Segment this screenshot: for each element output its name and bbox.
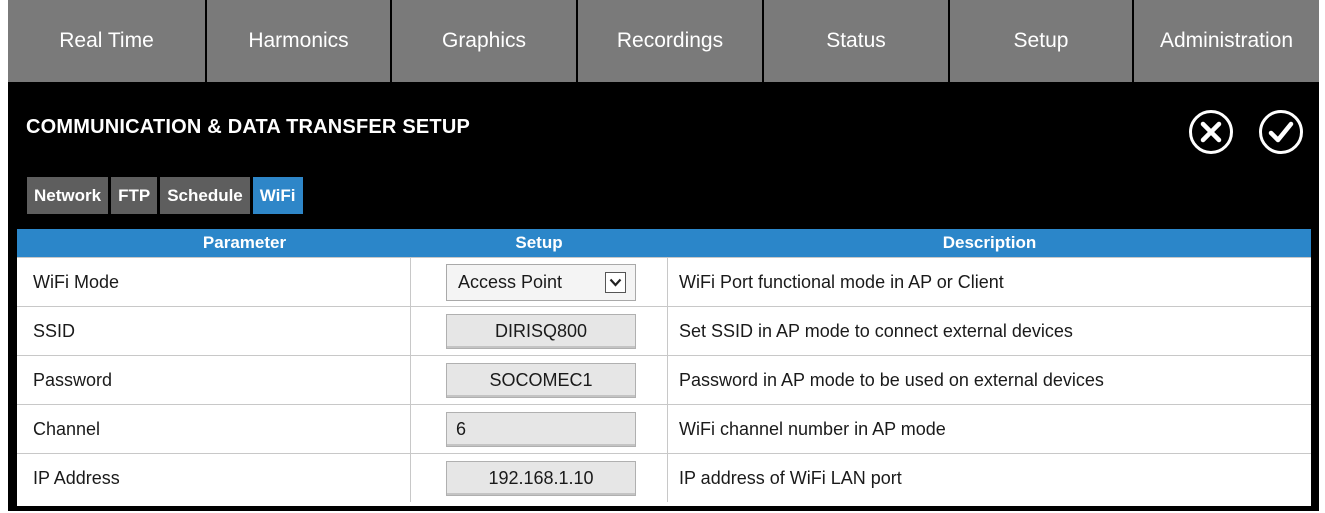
desc-ssid: Set SSID in AP mode to connect external … [679,320,1073,341]
table-row: Channel 6 WiFi channel number in AP mode [17,404,1311,453]
header-parameter: Parameter [202,233,287,252]
page-title: COMMUNICATION & DATA TRANSFER SETUP [26,116,471,138]
param-password: Password [33,369,113,390]
nav-administration[interactable]: Administration [1134,0,1319,82]
table-header: Parameter Setup Description [17,229,1311,257]
tab-schedule[interactable]: Schedule [160,177,250,214]
wifi-mode-value: Access Point [458,272,563,292]
setup-cell: SOCOMEC1 [410,356,668,404]
channel-input[interactable]: 6 [446,412,636,447]
nav-harmonics[interactable]: Harmonics [207,0,392,82]
param-ssid: SSID [33,320,76,341]
check-circle-icon [1259,110,1303,154]
cancel-button[interactable] [1188,109,1234,155]
tab-network[interactable]: Network [27,177,109,214]
param-wifi-mode: WiFi Mode [33,271,120,292]
wifi-settings-table: Parameter Setup Description WiFi Mode Ac… [17,229,1311,506]
desc-password: Password in AP mode to be used on extern… [679,369,1104,390]
setup-cell: Access Point [410,258,668,306]
tab-ftp[interactable]: FTP [111,177,158,214]
password-input[interactable]: SOCOMEC1 [446,363,636,398]
setup-cell: 192.168.1.10 [410,454,668,502]
nav-status[interactable]: Status [764,0,950,82]
setup-cell: DIRISQ800 [410,307,668,355]
table-row: IP Address 192.168.1.10 IP address of Wi… [17,453,1311,506]
wifi-mode-select[interactable]: Access Point [446,264,636,301]
sub-tabs: Network FTP Schedule WiFi [27,177,303,214]
chevron-down-icon[interactable] [605,272,626,293]
ssid-input[interactable]: DIRISQ800 [446,314,636,349]
ip-address-input[interactable]: 192.168.1.10 [446,461,636,496]
param-ip-address: IP Address [33,467,120,488]
nav-recordings[interactable]: Recordings [578,0,764,82]
header-description: Description [942,233,1037,252]
close-circle-icon [1189,110,1233,154]
tab-wifi[interactable]: WiFi [252,177,303,214]
nav-setup[interactable]: Setup [950,0,1134,82]
nav-graphics[interactable]: Graphics [392,0,578,82]
desc-ip-address: IP address of WiFi LAN port [679,467,902,488]
desc-wifi-mode: WiFi Port functional mode in AP or Clien… [679,271,1004,292]
top-navigation: Real Time Harmonics Graphics Recordings … [8,0,1319,82]
setup-cell: 6 [410,405,668,453]
param-channel: Channel [33,418,101,439]
table-row: WiFi Mode Access Point WiFi Port functio… [17,257,1311,306]
table-row: SSID DIRISQ800 Set SSID in AP mode to co… [17,306,1311,355]
desc-channel: WiFi channel number in AP mode [679,418,946,439]
nav-real-time[interactable]: Real Time [8,0,207,82]
confirm-button[interactable] [1258,109,1304,155]
header-setup: Setup [515,233,563,252]
table-row: Password SOCOMEC1 Password in AP mode to… [17,355,1311,404]
